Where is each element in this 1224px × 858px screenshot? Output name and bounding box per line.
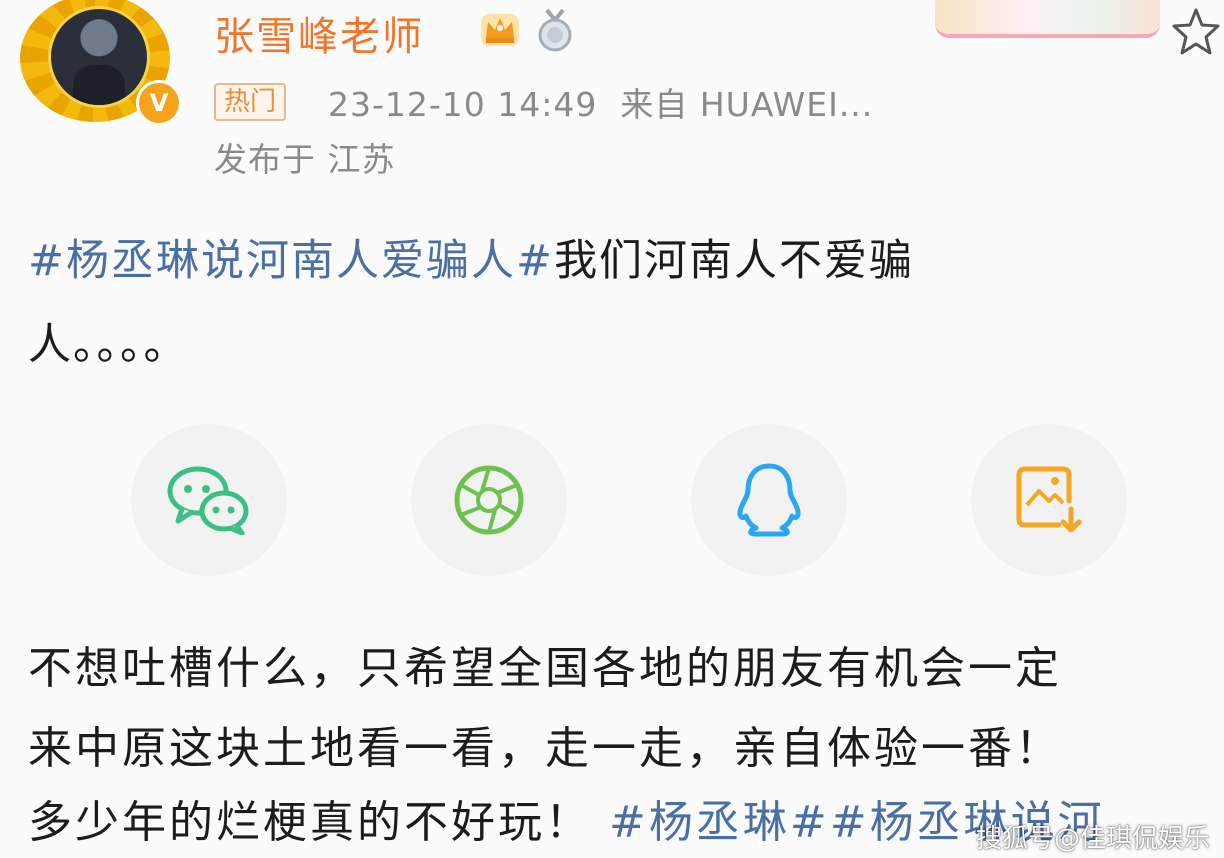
author-name[interactable]: 张雪峰老师 xyxy=(214,4,424,62)
avatar[interactable]: V xyxy=(14,0,182,126)
comment-text: 多少年的烂梗真的不好玩！ xyxy=(28,797,592,848)
comment-text-line-2: 来中原这块土地看一看，走一走，亲自体验一番！ xyxy=(28,723,1062,774)
share-wechat-button[interactable] xyxy=(131,424,287,576)
hot-badge: 热门 xyxy=(214,83,287,121)
post-meta: 23-12-10 14:49 来自 HUAWEI... xyxy=(328,78,873,126)
avatar-photo xyxy=(48,6,150,108)
post-text-line-2: 人。。。。 xyxy=(28,320,189,370)
comment-text-line-1: 不想吐槽什么，只希望全国各地的朋友有机会一定 xyxy=(28,643,1062,694)
save-image-button[interactable] xyxy=(971,424,1127,576)
decorative-sticker xyxy=(935,0,1160,38)
post-location: 发布于 江苏 xyxy=(214,140,396,179)
wechat-icon xyxy=(167,466,249,535)
medal-icon xyxy=(538,8,572,52)
post-text: 我们河南人不爱骗 xyxy=(554,236,915,286)
post-text-line-1: #杨丞琳说河南人爱骗人#我们河南人不爱骗 xyxy=(28,226,914,288)
post-source: 来自 HUAWEI... xyxy=(620,85,874,124)
favorite-star-icon[interactable] xyxy=(1170,6,1222,58)
share-moments-button[interactable] xyxy=(411,424,567,576)
post-timestamp: 23-12-10 14:49 xyxy=(328,85,598,124)
crown-icon xyxy=(481,14,519,46)
share-qq-button[interactable] xyxy=(691,424,847,576)
watermark: 搜狐号@佳琪侃娱乐 xyxy=(976,824,1211,854)
qq-icon xyxy=(737,463,801,537)
moments-icon xyxy=(454,465,524,535)
verified-badge-icon: V xyxy=(136,80,182,126)
comment-text-line-3: 多少年的烂梗真的不好玩！ #杨丞琳##杨丞琳说河 xyxy=(28,786,1105,850)
save-image-icon xyxy=(1016,466,1082,533)
hashtag-link[interactable]: #杨丞琳说河南人爱骗人# xyxy=(28,236,554,286)
